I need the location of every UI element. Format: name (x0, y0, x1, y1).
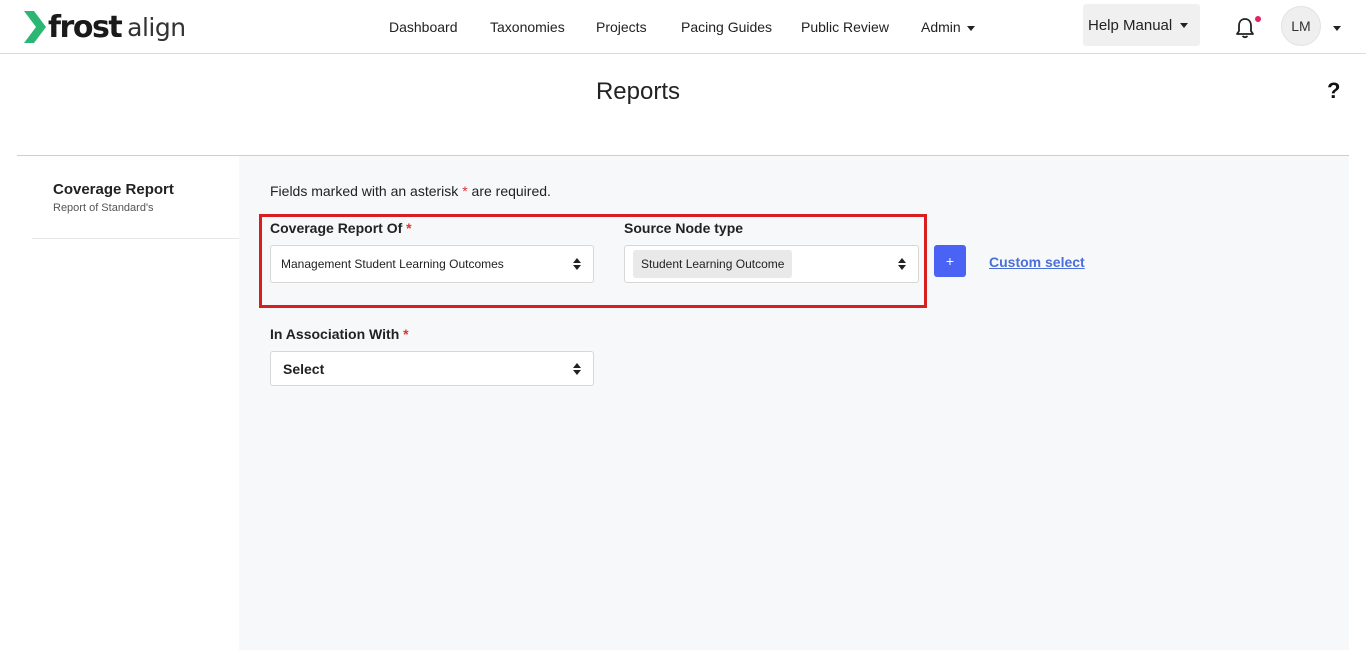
required-note-text-start: Fields marked with an asterisk (270, 183, 463, 199)
required-fields-note: Fields marked with an asterisk * are req… (270, 183, 551, 199)
help-question-icon[interactable]: ? (1327, 78, 1340, 104)
required-note-text-end: are required. (467, 183, 551, 199)
nav-public-review[interactable]: Public Review (801, 19, 889, 35)
notification-dot (1255, 16, 1261, 22)
required-asterisk: * (406, 220, 412, 236)
bell-icon[interactable] (1235, 17, 1255, 39)
help-manual-label: Help Manual (1088, 16, 1173, 34)
in-association-with-label-text: In Association With (270, 326, 400, 342)
nav-admin-label: Admin (921, 19, 961, 35)
page-title: Reports (595, 78, 681, 105)
in-association-with-label: In Association With * (270, 326, 409, 342)
user-avatar[interactable]: LM (1281, 6, 1321, 46)
in-association-with-select[interactable]: Select (270, 351, 594, 386)
nav-pacing-guides[interactable]: Pacing Guides (681, 19, 772, 35)
avatar-caret-down-icon[interactable] (1333, 26, 1341, 31)
caret-down-icon (966, 25, 975, 31)
select-arrows-icon (573, 258, 581, 270)
coverage-report-of-value: Management Student Learning Outcomes (281, 257, 504, 271)
select-arrows-icon (573, 362, 581, 375)
coverage-report-of-label: Coverage Report Of * (270, 220, 412, 236)
frost-align-logo[interactable]: frost align (24, 9, 186, 45)
top-navbar: frost align Dashboard Taxonomies Project… (0, 0, 1366, 54)
nav-admin-dropdown[interactable]: Admin (921, 19, 975, 35)
in-association-with-value: Select (283, 360, 325, 377)
coverage-report-of-select[interactable]: Management Student Learning Outcomes (270, 245, 594, 283)
source-node-type-label: Source Node type (624, 220, 744, 236)
logo-text-frost: frost (48, 9, 123, 45)
help-manual-button[interactable]: Help Manual (1083, 4, 1200, 46)
nav-projects[interactable]: Projects (596, 19, 647, 35)
source-node-type-select[interactable]: Student Learning Outcome (624, 245, 919, 283)
custom-select-link[interactable]: Custom select (989, 254, 1085, 270)
source-node-type-chip[interactable]: Student Learning Outcome (633, 250, 793, 278)
select-arrows-icon (898, 258, 906, 270)
sidebar-item-title: Coverage Report (53, 181, 174, 198)
coverage-report-of-label-text: Coverage Report Of (270, 220, 403, 236)
sidebar-item-coverage-report[interactable]: Coverage Report Report of Standard's (32, 170, 239, 239)
required-asterisk: * (403, 326, 409, 342)
add-button[interactable]: + (934, 245, 966, 277)
logo-text-align: align (127, 12, 186, 42)
nav-dashboard[interactable]: Dashboard (389, 19, 458, 35)
chevron-logo-icon (24, 11, 46, 43)
caret-down-icon (1180, 22, 1189, 28)
nav-taxonomies[interactable]: Taxonomies (490, 19, 565, 35)
sidebar-item-subtitle: Report of Standard's (53, 202, 154, 214)
